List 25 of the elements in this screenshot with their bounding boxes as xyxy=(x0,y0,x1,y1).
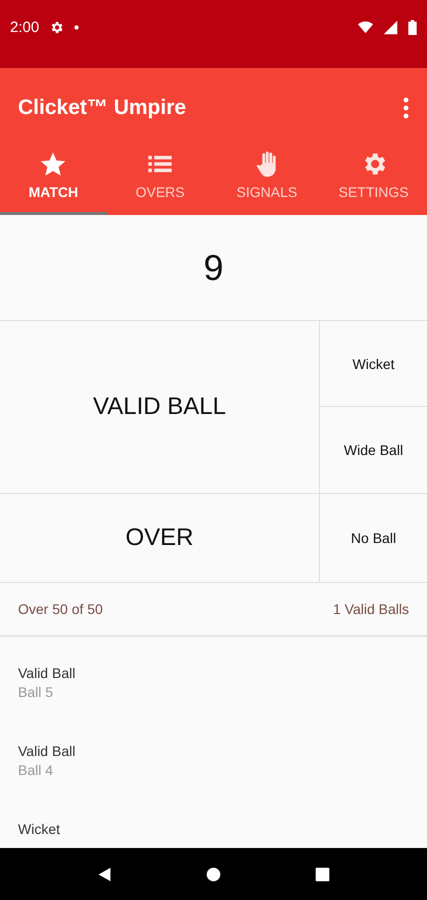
gear-icon xyxy=(49,20,64,34)
ball-number: Ball 4 xyxy=(18,762,54,778)
more-icon[interactable] xyxy=(403,97,409,119)
tab[interactable]: MATCH xyxy=(0,148,107,215)
recents-icon[interactable] xyxy=(314,866,331,882)
ball-list-item[interactable]: Valid Ball Ball 4 xyxy=(0,743,427,821)
ball-type: Valid Ball xyxy=(18,665,76,681)
ball-list-item[interactable]: Wicket xyxy=(0,821,427,848)
app-title: Clicket™ Umpire xyxy=(18,96,186,120)
ball-list-item[interactable]: Valid Ball Ball 5 xyxy=(0,665,427,743)
home-icon[interactable] xyxy=(205,866,222,882)
valid-ball-button[interactable]: VALID BALL xyxy=(0,321,320,494)
battery-icon xyxy=(408,20,417,34)
over-label: Over 50 of 50 xyxy=(18,601,103,617)
ball-type: Valid Ball xyxy=(18,743,76,759)
ball-number: Ball 5 xyxy=(18,684,54,700)
ball-count: 9 xyxy=(203,246,224,288)
valid-balls-count: 1 Valid Balls xyxy=(332,601,409,617)
wifi-icon xyxy=(358,20,373,34)
clock-time: 2:00 xyxy=(10,18,40,36)
ball-type: Wicket xyxy=(18,821,61,837)
back-icon[interactable] xyxy=(96,866,113,882)
star-icon xyxy=(39,150,68,178)
dot-icon xyxy=(74,24,80,30)
signal-icon xyxy=(383,20,398,34)
